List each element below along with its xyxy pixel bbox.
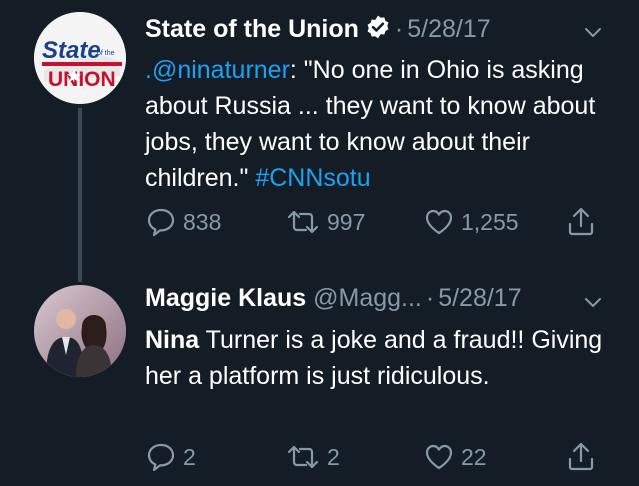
tweet-state-of-the-union[interactable]: State of the UNION State of the Union · 5/… [0, 0, 639, 282]
tweet-maggie-klaus[interactable]: Maggie Klaus @Magg... · 5/28/17 Nina Turne… [0, 270, 639, 486]
avatar-state-of-the-union[interactable]: State of the UNION [34, 12, 126, 104]
tweet-text: Nina Turner is a joke and a fraud!! Givi… [145, 322, 625, 394]
logo-word-ofthe: of the [97, 50, 115, 57]
retweet-button[interactable]: 2 [285, 440, 340, 474]
logo-word-state: State [42, 37, 101, 64]
tweet-date[interactable]: 5/28/17 [407, 15, 490, 43]
author-handle[interactable]: @Magg... [313, 284, 422, 312]
retweet-count: 997 [327, 208, 366, 235]
tweet-text: .@ninaturner: "No one in Ohio is asking … [145, 52, 625, 196]
state-of-the-union-logo: State of the UNION [34, 12, 126, 104]
author-name[interactable]: State of the Union [145, 15, 359, 43]
reply-icon [147, 208, 175, 237]
tweet-date[interactable]: 5/28/17 [438, 284, 521, 312]
verified-icon [365, 14, 391, 47]
share-icon [568, 207, 594, 236]
logo-word-union: UNION [48, 68, 116, 91]
reply-count: 2 [183, 443, 196, 470]
share-icon [568, 442, 594, 471]
hashtag-link[interactable]: #CNNsotu [255, 164, 370, 192]
reply-button[interactable]: 2 [145, 440, 196, 474]
chevron-down-icon[interactable] [581, 290, 605, 321]
like-button[interactable]: 1,255 [423, 205, 519, 239]
tweet-bold-word: Nina [145, 326, 200, 354]
retweet-button[interactable]: 997 [285, 205, 365, 239]
chevron-down-icon[interactable] [581, 20, 605, 51]
profile-photo [34, 285, 126, 377]
like-icon [425, 444, 453, 470]
avatar-maggie-klaus[interactable] [34, 285, 126, 377]
tweet-actions: 838 997 1,255 [145, 205, 605, 239]
mention-link[interactable]: .@ninaturner [145, 56, 290, 84]
author-name[interactable]: Maggie Klaus [145, 284, 306, 312]
share-button[interactable] [565, 205, 597, 239]
retweet-count: 2 [327, 443, 340, 470]
thread-connector-line [78, 108, 82, 282]
separator-dot: · [394, 15, 404, 43]
like-button[interactable]: 22 [423, 440, 487, 474]
tweet-header: State of the Union · 5/28/17 [145, 14, 619, 46]
retweet-icon [287, 210, 319, 234]
like-icon [425, 209, 453, 235]
tweet-actions: 2 2 22 [145, 440, 605, 474]
reply-count: 838 [183, 208, 222, 235]
reply-button[interactable]: 838 [145, 205, 221, 239]
tweet-header: Maggie Klaus @Magg... · 5/28/17 [145, 284, 619, 316]
separator-dot: · [425, 284, 435, 312]
retweet-icon [287, 445, 319, 469]
like-count: 1,255 [461, 208, 519, 235]
share-button[interactable] [565, 440, 597, 474]
reply-icon [147, 443, 175, 472]
like-count: 22 [461, 443, 487, 470]
tweet-body-text: Turner is a joke and a fraud!! Giving he… [145, 326, 603, 390]
